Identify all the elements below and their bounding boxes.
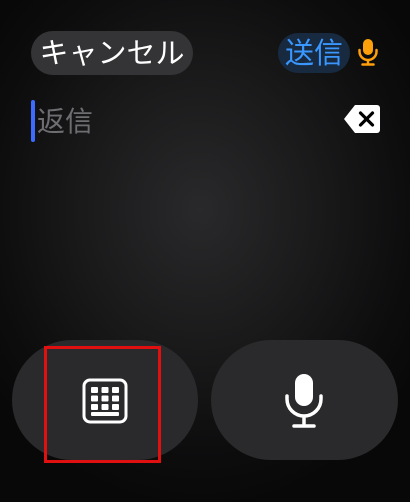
send-button[interactable]: 送信	[278, 33, 350, 73]
microphone-icon[interactable]	[283, 372, 325, 430]
mic-icon[interactable]	[357, 38, 379, 66]
delete-left-icon[interactable]	[343, 104, 381, 134]
cancel-button[interactable]: キャンセル	[31, 31, 193, 75]
text-cursor	[31, 100, 35, 142]
watch-reply-screen: キャンセル 送信 返信	[0, 0, 410, 502]
reply-input[interactable]: 返信	[37, 102, 317, 142]
highlight-box	[44, 346, 161, 463]
